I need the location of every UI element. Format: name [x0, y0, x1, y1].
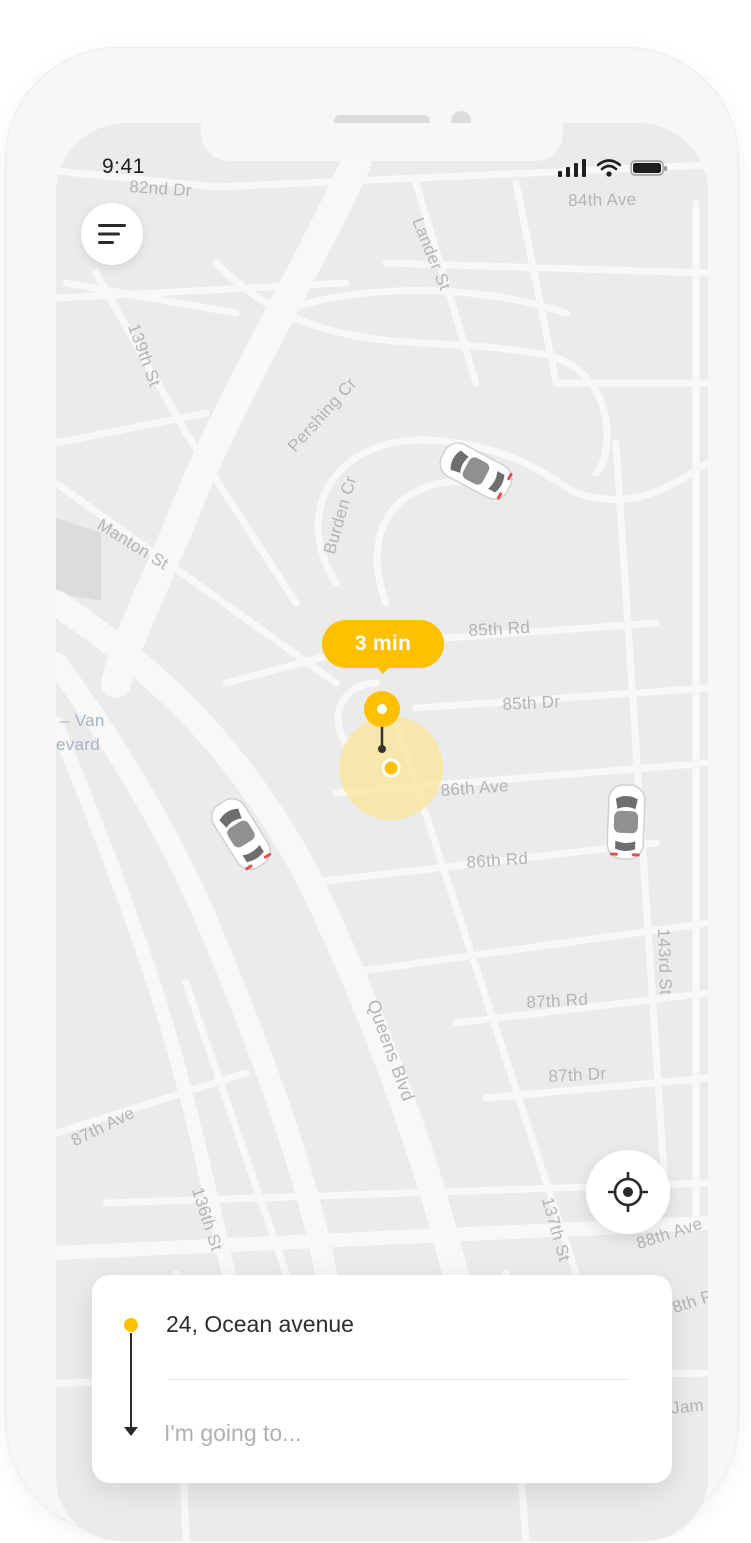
car-marker[interactable] [605, 782, 648, 861]
street-label-143rd-st: 143rd St [654, 928, 676, 996]
route-line [130, 1333, 132, 1429]
battery-icon [630, 160, 667, 176]
menu-button[interactable] [81, 203, 143, 265]
street-label-82nd-dr: 82nd Dr [128, 177, 193, 201]
trip-card: 24, Ocean avenue [92, 1275, 672, 1483]
street-label-84th-ave: 84th Ave [568, 189, 637, 210]
wifi-icon [597, 159, 621, 177]
origin-dot-icon [124, 1318, 138, 1332]
street-label-boulevard: evard [56, 735, 101, 754]
screen: 82nd Dr 84th Ave Lander St 139th St Pers… [56, 123, 708, 1541]
street-label-van-wyck: – Van [60, 711, 105, 730]
eta-bubble-tail [376, 666, 390, 674]
origin-address[interactable]: 24, Ocean avenue [166, 1311, 354, 1338]
street-label-87th-rd: 87th Rd [526, 989, 589, 1012]
locate-me-button[interactable] [586, 1150, 670, 1234]
street-label-85th-rd: 85th Rd [468, 617, 531, 640]
destination-input[interactable] [164, 1413, 604, 1453]
status-icons [558, 159, 668, 177]
divider [168, 1379, 630, 1380]
eta-bubble: 3 min [322, 620, 444, 668]
street-label-jam: Jam [670, 1395, 705, 1418]
crosshair-icon [608, 1172, 648, 1212]
status-time: 9:41 [102, 155, 145, 178]
destination-arrow-icon [124, 1427, 138, 1436]
menu-icon [98, 224, 126, 244]
phone-frame: 82nd Dr 84th Ave Lander St 139th St Pers… [6, 48, 738, 1541]
street-label-85th-dr: 85th Dr [502, 691, 561, 714]
street-label-87th-dr: 87th Dr [548, 1063, 607, 1086]
cellular-signal-icon [558, 159, 586, 177]
notch [201, 123, 563, 161]
